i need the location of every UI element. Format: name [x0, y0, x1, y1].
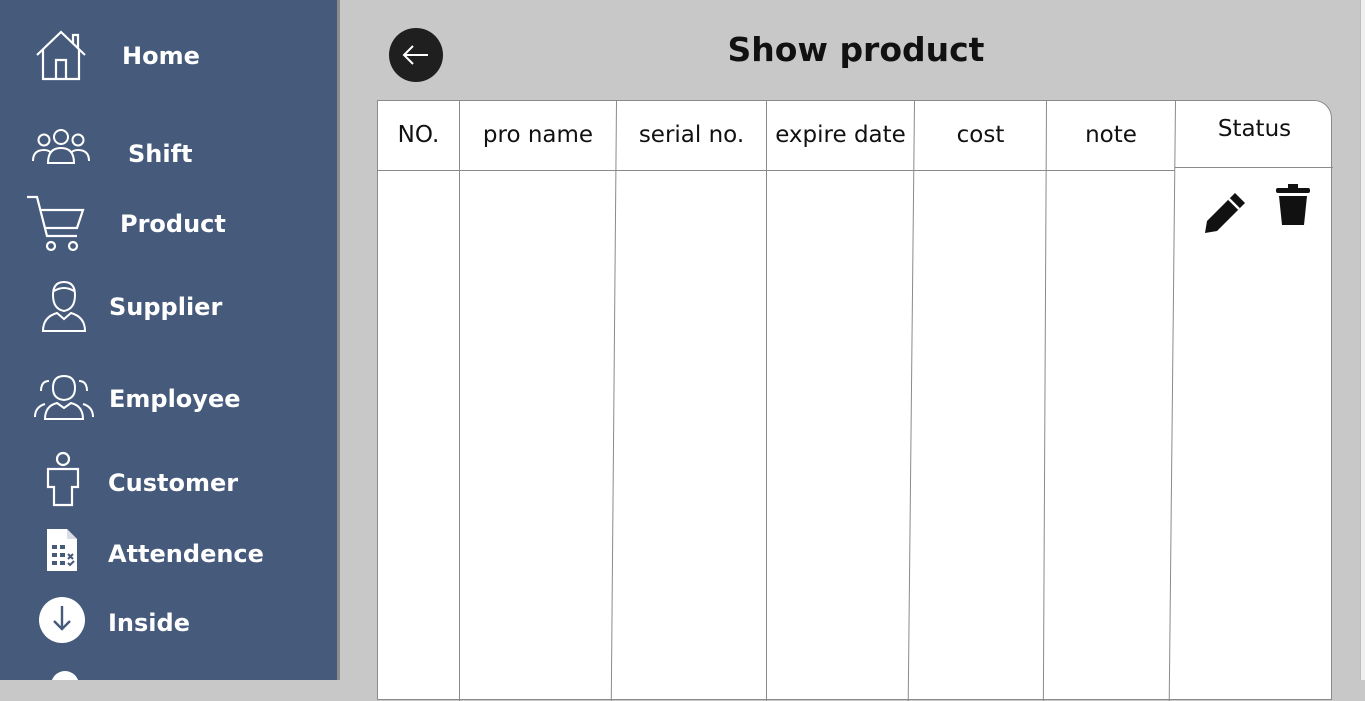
home-icon: [34, 29, 88, 81]
column-header-status[interactable]: Status: [1176, 95, 1333, 164]
sidebar-item-customer[interactable]: Customer: [0, 450, 337, 510]
arrow-down-circle-icon: [38, 596, 86, 644]
column-divider: [1042, 101, 1047, 701]
header-divider: [1175, 167, 1333, 168]
header-divider: [378, 170, 1175, 171]
column-divider: [907, 101, 915, 701]
sidebar-divider: [337, 0, 340, 680]
sidebar-item-shift[interactable]: Shift: [0, 122, 337, 182]
circle-icon: [50, 670, 80, 680]
trash-icon[interactable]: [1275, 183, 1311, 227]
column-divider: [610, 101, 617, 701]
column-divider: [1168, 101, 1176, 701]
person-icon: [41, 279, 87, 333]
sidebar-item-label: Employee: [109, 385, 241, 413]
sidebar-item-home[interactable]: Home: [0, 27, 337, 87]
column-header-pro-name[interactable]: pro name: [460, 101, 616, 170]
column-header-no[interactable]: NO.: [378, 101, 459, 170]
column-header-cost[interactable]: cost: [915, 101, 1046, 170]
scrollbar[interactable]: [1360, 0, 1365, 680]
sidebar-item-supplier[interactable]: Supplier: [0, 277, 337, 337]
product-table: NO. pro name serial no. expire date cost…: [377, 100, 1333, 701]
column-header-expire-date[interactable]: expire date: [767, 101, 914, 170]
back-button[interactable]: [389, 28, 443, 82]
cart-icon: [25, 194, 87, 254]
document-icon: [45, 527, 79, 573]
sidebar-item-attendence[interactable]: Attendence: [0, 525, 337, 585]
sidebar-item-label: Supplier: [109, 293, 223, 321]
sidebar: Home Shift Product Supplier Employee Cus…: [0, 0, 337, 680]
arrow-left-icon: [402, 45, 428, 65]
column-divider: [766, 101, 767, 701]
sidebar-item-inside[interactable]: Inside: [0, 594, 337, 654]
column-divider: [459, 101, 460, 701]
sidebar-item-label: Attendence: [108, 540, 264, 568]
sidebar-item-label: Product: [120, 210, 226, 238]
column-header-serial-no[interactable]: serial no.: [617, 101, 766, 170]
sidebar-item-product[interactable]: Product: [0, 192, 337, 252]
group-icon: [31, 126, 91, 166]
sidebar-item-label: Customer: [108, 469, 239, 497]
sidebar-item-label: Home: [122, 42, 200, 70]
sidebar-item-employee[interactable]: Employee: [0, 370, 337, 430]
sidebar-item-label: Shift: [128, 140, 193, 168]
page-title: Show product: [727, 30, 985, 69]
sidebar-item-label: Inside: [108, 609, 190, 637]
people-icon: [33, 373, 95, 421]
pencil-icon[interactable]: [1203, 189, 1249, 235]
column-header-note[interactable]: note: [1047, 101, 1175, 170]
customer-icon: [44, 451, 82, 507]
